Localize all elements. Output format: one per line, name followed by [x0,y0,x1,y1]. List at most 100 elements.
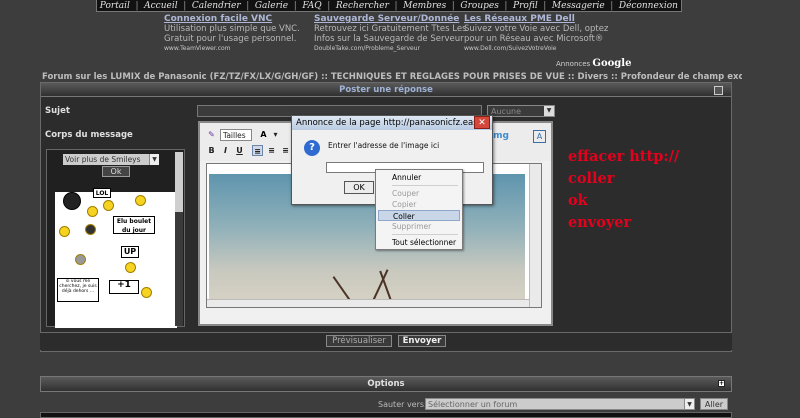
menu-item-tout-selectionner[interactable]: Tout sélectionner [378,237,460,248]
chevron-down-icon: ▼ [544,106,554,116]
ad-title[interactable]: Connexion facile VNC [164,14,309,24]
expand-icon[interactable]: + [718,380,725,387]
smiley-hat-icon[interactable] [85,224,96,235]
smiley-afro-icon[interactable] [63,192,81,210]
smileys-scrollbar[interactable] [175,152,183,326]
nav-item-groupes[interactable]: Groupes [460,1,498,11]
editor-horizontal-scrollbar[interactable] [207,299,529,307]
insert-image-icon[interactable]: img [490,131,524,143]
nav-item-deconnexion[interactable]: Déconnexion [619,1,678,11]
nav-item-calendrier[interactable]: Calendrier [192,1,241,11]
menu-item-annuler[interactable]: Annuler [378,172,460,183]
ad-title[interactable]: Les Réseaux PME Dell [464,14,609,24]
send-button[interactable]: Envoyer [398,335,446,347]
smiley-dehors-sign[interactable]: si vous me cherchez, je suis déjà dehors… [57,278,99,302]
nav-item-profil[interactable]: Profil [513,1,538,11]
chevron-down-icon: ▼ [684,399,694,409]
dialog-title[interactable]: Annonce de la page http://panasonicfz.ea… [292,116,492,130]
smileys-select-value: Voir plus de Smileys [65,155,141,164]
annotation-line: effacer http:// [568,148,680,165]
preview-button[interactable]: Prévisualiser [326,335,392,347]
ads-by-google[interactable]: Annonces Google [556,58,631,69]
align-right-icon[interactable]: ≡ [280,145,291,156]
ad-url[interactable]: DoubleTake.com/Probleme_Serveur [314,45,459,52]
ad-text: Suivez votre Voie avec Dell, optez [464,24,609,34]
ad-title[interactable]: Sauvegarde Serveur/Donnée [314,14,459,24]
ad-block[interactable]: Sauvegarde Serveur/Donnée Retrouvez ici … [314,14,467,52]
ad-url[interactable]: www.Dell.com/SuivezVotreVoie [464,45,609,52]
smiley-smoke-icon[interactable] [75,254,86,265]
smiley-icon[interactable] [59,226,70,237]
ads-by-label: Annonces [556,60,591,68]
close-icon[interactable]: ✕ [474,116,490,129]
smiley-icon[interactable] [141,287,152,298]
nav-item-messagerie[interactable]: Messagerie [552,1,605,11]
jump-label: Sauter vers: [378,400,427,409]
google-logo: Google [592,58,632,69]
dialog-message: Entrer l'adresse de l'image ici [328,141,440,150]
nav-separator: | [543,0,547,11]
google-ads: Connexion facile VNC Utilisation plus si… [164,14,631,70]
ad-url[interactable]: www.TeamViewer.com [164,45,309,52]
nav-item-galerie[interactable]: Galerie [255,1,288,11]
collapse-icon[interactable] [714,86,723,95]
smileys-ok-button[interactable]: Ok [102,166,130,177]
smiley-plus-one-sign[interactable]: +1 [109,280,139,294]
menu-separator [392,185,458,186]
smileys-select[interactable]: Voir plus de Smileys ▼ [63,154,159,165]
smiley-icon[interactable] [125,262,136,273]
go-button[interactable]: Aller [700,398,728,410]
underline-button[interactable]: U [234,145,245,156]
font-icon[interactable]: A [533,130,546,143]
menu-item-coller[interactable]: Coller [378,210,460,221]
submit-bar: Prévisualiser Envoyer [40,332,732,350]
ad-block[interactable]: Les Réseaux PME Dell Suivez votre Voie a… [464,14,609,52]
post-icon-select-value: Aucune [491,107,522,116]
chevron-down-icon[interactable]: ▾ [270,129,281,140]
text-color-icon[interactable]: A [258,129,269,140]
nav-separator: | [246,0,250,11]
post-icon-select[interactable]: Aucune ▼ [487,105,555,117]
smiley-lol-sign[interactable]: LOL [93,188,111,198]
smiley-icon[interactable] [103,200,114,211]
annotation-line: ok [568,192,588,209]
nav-item-accueil[interactable]: Accueil [144,1,177,11]
smiley-icon[interactable] [135,195,146,206]
panel-title: Poster une réponse [41,83,731,97]
nav-item-portail[interactable]: Portail [100,1,130,11]
smiley-elu-boulet-sign[interactable]: Elu boulet du jour [113,216,155,234]
italic-button[interactable]: I [220,145,231,156]
align-left-icon[interactable]: ≡ [252,145,263,156]
font-size-select[interactable]: Tailles [220,129,252,141]
subject-label: Sujet [45,106,70,116]
ad-text: Gratuit pour l'usage personnel. [164,34,297,44]
nav-separator: | [610,0,614,11]
align-center-icon[interactable]: ≡ [266,145,277,156]
smiley-icon[interactable] [87,206,98,217]
menu-item-copier[interactable]: Copier [378,199,460,210]
ad-text: pour un Réseau avec Microsoft® [464,34,604,44]
options-title: Options [367,379,405,389]
scrollbar-thumb[interactable] [175,152,183,212]
breadcrumb[interactable]: Forum sur les LUMIX de Panasonic (FZ/TZ/… [42,72,742,82]
instruction-annotation: effacer http:// coller ok envoyer [568,146,679,234]
options-header[interactable]: Options + [40,376,732,392]
chevron-down-icon: ▼ [149,154,159,165]
source-mode-icon[interactable]: ✎ [206,129,217,140]
nav-separator: | [135,0,139,11]
smiley-up-sign[interactable]: UP [121,246,139,258]
font-size-select-value: Tailles [223,131,246,140]
nav-item-rechercher[interactable]: Rechercher [336,1,389,11]
ad-block[interactable]: Connexion facile VNC Utilisation plus si… [164,14,309,52]
forum-jump-select[interactable]: Sélectionner un forum ▼ [425,398,695,410]
menu-item-couper[interactable]: Couper [378,188,460,199]
nav-item-membres[interactable]: Membres [403,1,446,11]
dialog-ok-button[interactable]: OK [344,181,374,194]
nav-item-faq[interactable]: FAQ [302,1,321,11]
bold-button[interactable]: B [206,145,217,156]
annotation-line: coller [568,170,615,187]
annotation-line: envoyer [568,214,632,231]
editor-vertical-scrollbar[interactable] [529,164,541,307]
menu-item-supprimer[interactable]: Supprimer [378,221,460,232]
ad-text: Utilisation plus simple que VNC. [164,24,300,34]
